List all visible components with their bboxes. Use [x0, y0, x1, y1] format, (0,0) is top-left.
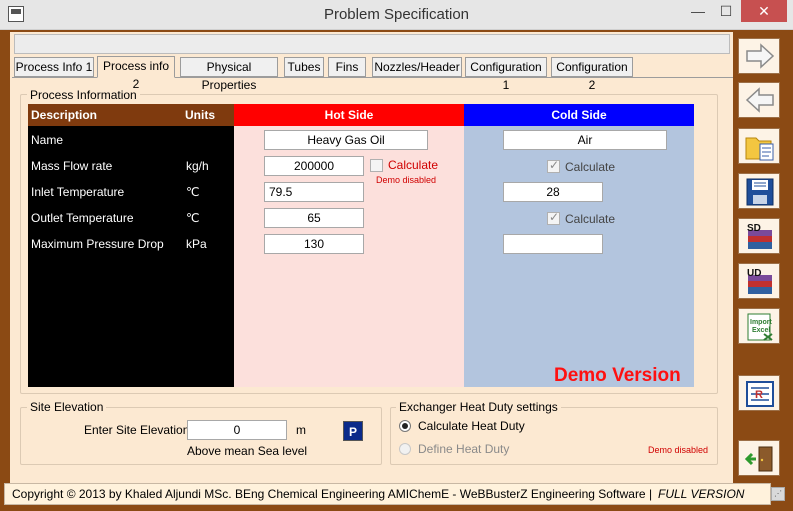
copyright-text: Copyright © 2013 by Khaled Aljundi MSc. …: [12, 487, 653, 501]
hot-mass-flow-input[interactable]: 200000: [264, 156, 364, 176]
cold-mass-flow-calculate-label: Calculate: [565, 160, 616, 174]
heat-duty-demo-disabled-note: Demo disabled: [648, 445, 709, 455]
row-unit-inlet-temp: ℃: [186, 185, 200, 199]
site-elevation-prompt: Enter Site Elevation: [84, 423, 190, 437]
tab-fins[interactable]: Fins: [328, 57, 366, 77]
svg-text:Excel: Excel: [752, 327, 770, 334]
hot-name-input[interactable]: Heavy Gas Oil: [264, 130, 428, 150]
heat-duty-group: [390, 407, 718, 465]
heat-duty-label: Exchanger Heat Duty settings: [396, 400, 561, 414]
info-strip: [14, 34, 730, 54]
tab-physical-properties[interactable]: Physical Properties: [180, 57, 278, 92]
exit-button[interactable]: [738, 440, 780, 476]
exit-door-icon: [744, 446, 773, 472]
save-button[interactable]: [738, 173, 780, 209]
site-elevation-unit: m: [296, 423, 306, 437]
report-button[interactable]: R: [738, 375, 780, 411]
svg-text:R: R: [755, 389, 763, 401]
tab-configuration-1[interactable]: Configuration 1: [465, 57, 547, 92]
open-button[interactable]: [738, 128, 780, 164]
tab-process-info-2[interactable]: Process info 2: [97, 56, 175, 91]
hot-inlet-temp-input[interactable]: 79.5: [264, 182, 364, 202]
open-folder-icon: [745, 137, 774, 161]
tab-nozzles-header[interactable]: Nozzles/Header: [372, 57, 462, 77]
cold-name-input[interactable]: Air: [503, 130, 667, 150]
version-label: FULL VERSION: [658, 487, 745, 501]
svg-text:Import: Import: [750, 319, 772, 326]
ud-books-icon: UD: [747, 268, 772, 294]
cold-mass-flow-calculate-checkbox[interactable]: [547, 158, 560, 173]
row-unit-outlet-temp: ℃: [186, 211, 200, 225]
units-header-label: Units: [185, 108, 215, 122]
row-unit-max-pressure-drop: kPa: [186, 237, 207, 251]
window-title: Problem Specification: [323, 6, 470, 23]
tab-tubes[interactable]: Tubes: [284, 57, 324, 77]
maximize-button[interactable]: ☐: [713, 0, 739, 22]
hot-pressure-drop-input[interactable]: 130: [264, 234, 364, 254]
site-elevation-input[interactable]: 0: [187, 420, 287, 440]
define-heat-duty-radio[interactable]: [399, 443, 411, 455]
import-excel-button[interactable]: Import Excel: [738, 308, 780, 344]
description-header-label: Description: [31, 108, 98, 122]
row-label-outlet-temp: Outlet Temperature: [31, 211, 134, 225]
demo-version-label: Demo Version: [554, 365, 681, 386]
close-button[interactable]: ✕: [741, 0, 787, 22]
cold-side-header: Cold Side: [464, 104, 694, 126]
site-elevation-label: Site Elevation: [27, 400, 107, 414]
pressure-button[interactable]: P: [343, 421, 363, 441]
ud-button[interactable]: UD: [738, 263, 780, 299]
cold-outlet-temp-calculate-checkbox[interactable]: [547, 210, 560, 225]
import-excel-icon: Import Excel: [747, 313, 773, 341]
arrow-right-icon: [746, 43, 775, 69]
row-label-mass-flow: Mass Flow rate: [31, 159, 113, 173]
site-elevation-note: Above mean Sea level: [187, 444, 308, 458]
minimize-button[interactable]: —: [685, 0, 711, 22]
hot-mass-flow-calculate-label: Calculate: [388, 158, 439, 172]
svg-text:SD: SD: [747, 223, 761, 234]
hot-outlet-temp-input[interactable]: 65: [264, 208, 364, 228]
next-button[interactable]: [738, 38, 780, 74]
tab-process-info-1[interactable]: Process Info 1: [14, 57, 94, 77]
cold-pressure-drop-input[interactable]: [503, 234, 603, 254]
tab-configuration-2[interactable]: Configuration 2: [551, 57, 633, 92]
resize-grip[interactable]: ⋰: [771, 487, 785, 501]
row-label-name: Name: [31, 133, 64, 147]
row-label-inlet-temp: Inlet Temperature: [31, 185, 125, 199]
calculate-heat-duty-radio[interactable]: [399, 420, 411, 432]
cold-inlet-temp-input[interactable]: 28: [503, 182, 603, 202]
svg-text:UD: UD: [747, 268, 761, 279]
define-heat-duty-label: Define Heat Duty: [418, 442, 510, 456]
cold-outlet-temp-calculate-label: Calculate: [565, 212, 616, 226]
sd-books-icon: SD: [747, 223, 772, 249]
previous-button[interactable]: [738, 82, 780, 118]
calculate-heat-duty-label: Calculate Heat Duty: [418, 419, 525, 433]
hot-side-header: Hot Side: [234, 104, 464, 126]
row-unit-mass-flow: kg/h: [186, 159, 209, 173]
row-label-max-pressure-drop: Maximum Pressure Drop: [31, 237, 164, 251]
save-disk-icon: [746, 178, 774, 206]
report-icon: R: [746, 381, 774, 407]
process-information-label: Process Information: [27, 88, 140, 102]
hot-demo-disabled-note: Demo disabled: [376, 175, 437, 185]
arrow-left-icon: [745, 87, 774, 113]
hot-mass-flow-calculate-checkbox[interactable]: [370, 159, 383, 172]
sd-button[interactable]: SD: [738, 218, 780, 254]
